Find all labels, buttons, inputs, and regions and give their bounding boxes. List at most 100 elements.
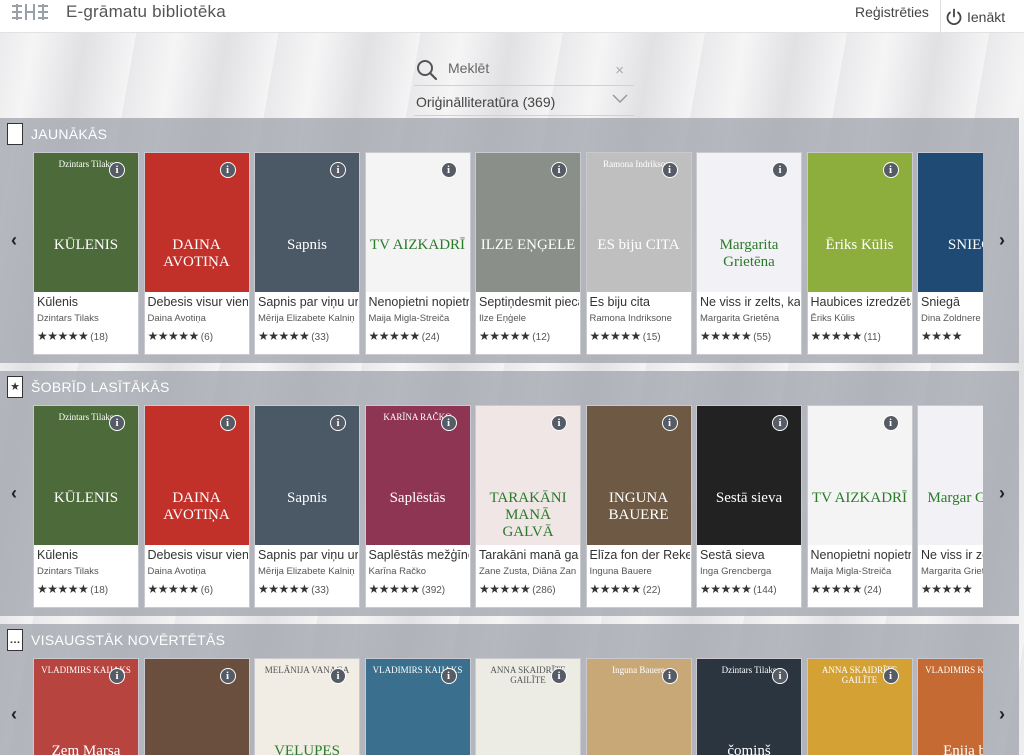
book-card[interactable]: TARAKĀNI MANĀ GALVĀ i Tarakāni manā gal Zan… [475, 405, 581, 608]
info-icon[interactable]: i [330, 415, 346, 431]
info-icon[interactable]: i [330, 668, 346, 684]
book-card[interactable]: VLADIMIRS KAIJAKSEnija bizi [917, 658, 983, 755]
register-link[interactable]: Reģistrēties [855, 4, 929, 20]
book-title[interactable]: Kūlenis [37, 295, 137, 309]
book-card[interactable]: Sapnis i Sapnis par viņu ur Mērija Elizabet… [254, 405, 360, 608]
book-cover[interactable]: Sapnis i [255, 153, 359, 292]
arrow-right-icon[interactable]: › [994, 230, 1010, 250]
book-cover[interactable]: Sestā sieva i [697, 406, 801, 545]
book-title[interactable]: Septiņdesmit piecā [479, 295, 579, 309]
book-cover[interactable]: Ramona Indriksone ES biju CITA i [586, 153, 691, 292]
arrow-left-icon[interactable]: ‹ [6, 230, 22, 250]
book-title[interactable]: Sapnis par viņu ur [258, 295, 358, 309]
book-card[interactable]: TV AIZKADRĪ i Nenopietni nopietr Maija Migl… [364, 152, 471, 355]
book-cover[interactable]: DAINA AVOTIŅA i [144, 406, 249, 545]
book-card[interactable]: Sestā sieva i Sestā sieva Inga Grencberga ★★… [696, 405, 802, 608]
book-title[interactable]: Haubices izredzēta [811, 295, 911, 309]
book-card[interactable]: KARĪNA RAČKO Saplēstās i Saplēstās mežģīne K… [364, 405, 471, 608]
book-title[interactable]: Tarakāni manā gal [479, 548, 579, 562]
book-title[interactable]: Debesis visur vien [148, 548, 248, 562]
book-card[interactable]: SNIEGi Sniegā Dina Zoldnere ★★★★ [917, 152, 983, 355]
book-cover[interactable]: MELĀNIJA VANAGAVELUPES KRASTĀi [255, 659, 359, 755]
book-title[interactable]: Ne viss ir zelts, ka [700, 295, 800, 309]
book-title[interactable]: Debesis visur vien [148, 295, 248, 309]
info-icon[interactable]: i [330, 162, 346, 178]
book-cover[interactable]: KARĪNA RAČKO Saplēstās i [365, 406, 470, 545]
arrow-right-icon[interactable]: › [994, 704, 1010, 724]
book-card[interactable]: Margarita Grietēna i Ne viss ir zelts, ka M… [696, 152, 802, 355]
book-card[interactable]: Dzintars Tilaks KŪLENIS i Kūlenis Dzintars T… [33, 405, 139, 608]
info-icon[interactable]: i [882, 415, 899, 431]
book-card[interactable]: DAINA AVOTIŅA i Debesis visur vien Daina Av… [143, 405, 250, 608]
book-cover[interactable]: Sapnis i [255, 406, 359, 545]
clear-icon[interactable]: × [615, 62, 624, 79]
book-cover[interactable]: INGUNA BAUERE i [586, 406, 691, 545]
book-cover[interactable]: ANNA SKAIDRĪTE GAILĪTE i [476, 659, 580, 755]
info-icon[interactable]: i [219, 415, 236, 431]
info-icon[interactable]: i [882, 162, 899, 178]
info-icon[interactable]: i [440, 415, 457, 431]
book-card[interactable]: ANNA SKAIDRĪTE GAILĪTE i [806, 658, 913, 755]
book-cover[interactable]: Dzintars Tilaks KŪLENIS i [34, 406, 138, 545]
info-icon[interactable]: i [219, 668, 236, 684]
book-cover[interactable]: ILZE EŅĢELE i [476, 153, 580, 292]
info-icon[interactable]: i [882, 668, 899, 684]
login-button[interactable]: Ienākt [940, 0, 1024, 33]
book-cover[interactable]: TARAKĀNI MANĀ GALVĀ i [476, 406, 580, 545]
book-card[interactable]: VLADIMIRS KAIJAKS i [364, 658, 471, 755]
book-card[interactable]: Ēriks Kūlis i Haubices izredzēta Ēriks Kūli… [806, 152, 913, 355]
book-card[interactable]: Dzintars Tilaks KŪLENIS i Kūlenis Dzintars T… [33, 152, 139, 355]
info-icon[interactable]: i [772, 668, 788, 684]
info-icon[interactable]: i [551, 162, 567, 178]
book-card[interactable]: MELĀNIJA VANAGAVELUPES KRASTĀi [254, 658, 360, 755]
info-icon[interactable]: i [109, 415, 125, 431]
arrow-left-icon[interactable]: ‹ [6, 704, 22, 724]
book-cover[interactable]: ANNA SKAIDRĪTE GAILĪTE i [807, 659, 912, 755]
book-cover[interactable]: VLADIMIRS KAIJAKS Zem Marsa i [34, 659, 138, 755]
info-icon[interactable]: i [661, 162, 678, 178]
book-card[interactable]: i [143, 658, 250, 755]
book-title[interactable]: Ne viss ir ze [921, 548, 983, 562]
book-card[interactable]: TV AIZKADRĪ i Nenopietni nopietr Maija Migl… [806, 405, 913, 608]
book-cover[interactable]: TV AIZKADRĪ i [365, 153, 470, 292]
book-title[interactable]: Elīza fon der Reke [590, 548, 690, 562]
book-cover[interactable]: i [144, 659, 249, 755]
search-icon[interactable] [416, 59, 438, 81]
book-card[interactable]: Dzintars Tilaks čomiņš i [696, 658, 802, 755]
info-icon[interactable]: i [772, 162, 788, 178]
info-icon[interactable]: i [109, 162, 125, 178]
book-card[interactable]: Inguna Bauere i [585, 658, 692, 755]
book-title[interactable]: Es biju cita [590, 295, 690, 309]
book-cover[interactable]: Dzintars Tilaks KŪLENIS i [34, 153, 138, 292]
book-cover[interactable]: VLADIMIRS KAIJAKS i [365, 659, 470, 755]
info-icon[interactable]: i [551, 668, 567, 684]
info-icon[interactable]: i [440, 162, 457, 178]
book-title[interactable]: Sestā sieva [700, 548, 800, 562]
book-title[interactable]: Sniegā [921, 295, 983, 309]
book-cover[interactable]: SNIEGi [918, 153, 983, 292]
arrow-left-icon[interactable]: ‹ [6, 483, 22, 503]
info-icon[interactable]: i [661, 668, 678, 684]
info-icon[interactable]: i [219, 162, 236, 178]
book-cover[interactable]: Inguna Bauere i [586, 659, 691, 755]
search-input[interactable] [448, 60, 608, 76]
book-cover[interactable]: DAINA AVOTIŅA i [144, 153, 249, 292]
info-icon[interactable]: i [109, 668, 125, 684]
category-select[interactable]: Oriģinālliteratūra (369) [414, 86, 634, 116]
info-icon[interactable]: i [440, 668, 457, 684]
info-icon[interactable]: i [661, 415, 678, 431]
book-title[interactable]: Sapnis par viņu ur [258, 548, 358, 562]
arrow-right-icon[interactable]: › [994, 483, 1010, 503]
book-card[interactable]: VLADIMIRS KAIJAKS Zem Marsa i [33, 658, 139, 755]
book-card[interactable]: Ramona Indriksone ES biju CITA i Es biju ci… [585, 152, 692, 355]
book-cover[interactable]: VLADIMIRS KAIJAKSEnija bizi [918, 659, 983, 755]
book-cover[interactable]: Margarita Grietēna i [697, 153, 801, 292]
book-cover[interactable]: Margar Grietēi [918, 406, 983, 545]
info-icon[interactable]: i [551, 415, 567, 431]
book-title[interactable]: Saplēstās mežģīne [369, 548, 469, 562]
book-card[interactable]: DAINA AVOTIŅA i Debesis visur vien Daina Av… [143, 152, 250, 355]
info-icon[interactable]: i [772, 415, 788, 431]
book-card[interactable]: ANNA SKAIDRĪTE GAILĪTE i [475, 658, 581, 755]
book-cover[interactable]: TV AIZKADRĪ i [807, 406, 912, 545]
book-card[interactable]: ILZE EŅĢELE i Septiņdesmit piecā Ilze Eņģel… [475, 152, 581, 355]
